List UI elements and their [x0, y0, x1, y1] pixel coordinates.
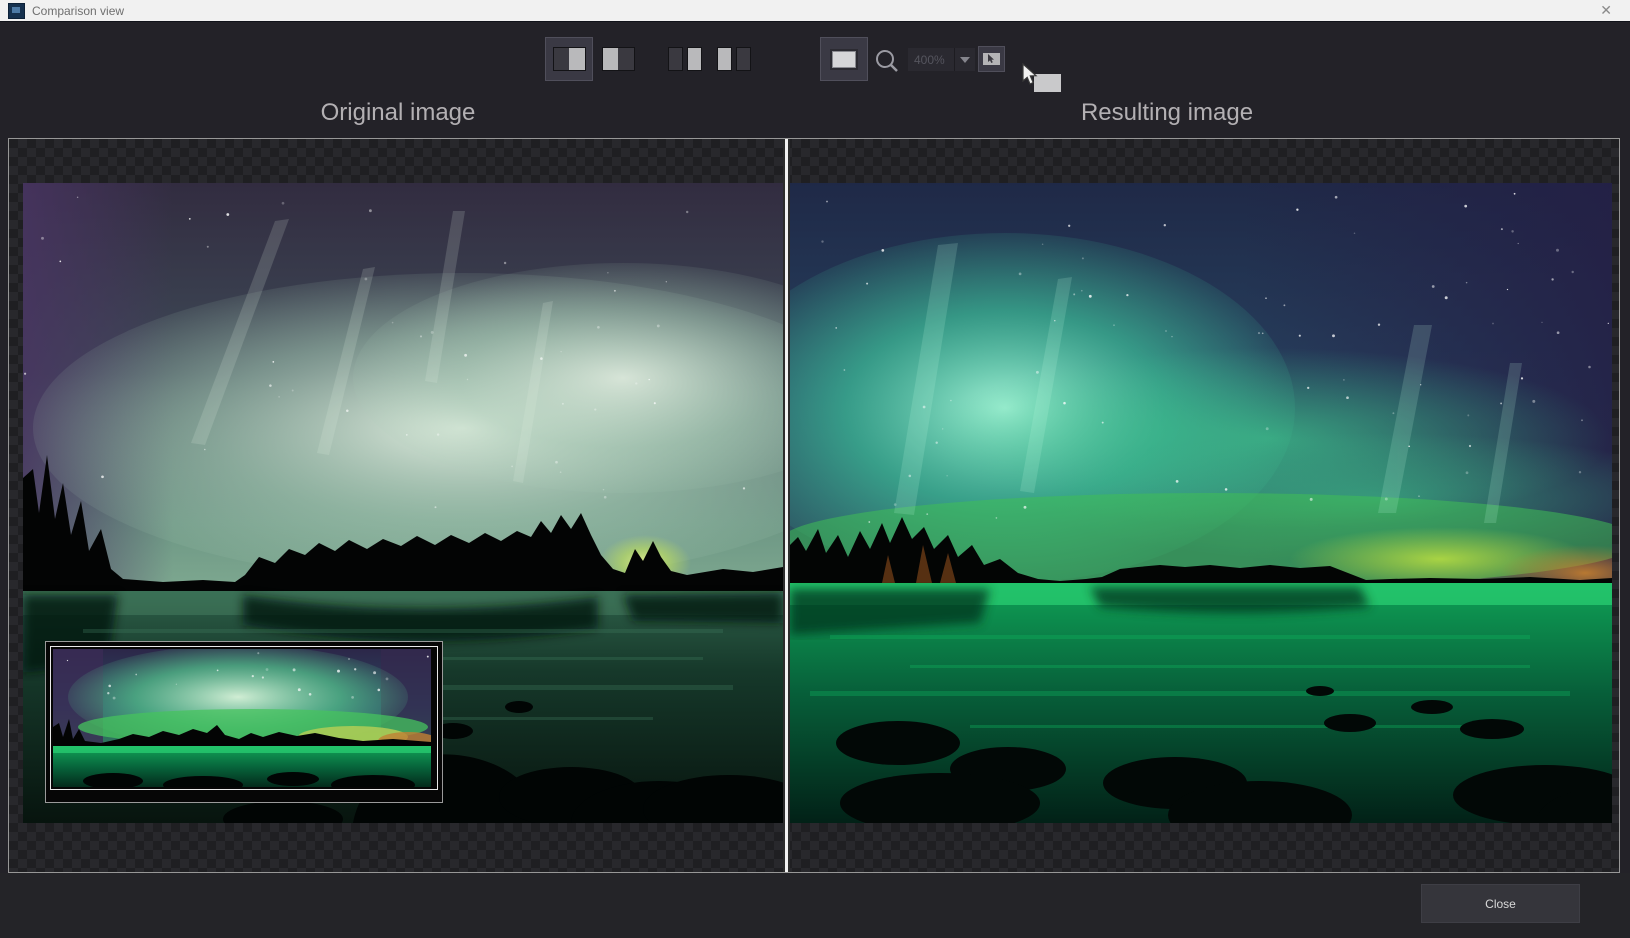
navigator-thumbnail-image — [53, 649, 431, 787]
window-close-icon[interactable]: ✕ — [1590, 2, 1622, 19]
magnifier-icon — [872, 46, 902, 76]
pair-dark-light-icon — [668, 47, 702, 71]
rect-with-cursor-icon — [983, 53, 1000, 65]
zoom-percent-combo[interactable]: 400% — [908, 48, 975, 71]
fit-to-view-button[interactable] — [820, 37, 868, 81]
dialog-footer: Close — [0, 873, 1630, 938]
zoom-tool-button[interactable] — [872, 46, 902, 81]
comparison-split-divider[interactable] — [783, 139, 790, 872]
navigator-toggle-button[interactable] — [978, 46, 1005, 72]
split-dark-light-icon — [553, 47, 586, 71]
view-mode-side-by-side-left-button[interactable] — [661, 37, 709, 81]
view-mode-side-by-side-right-button[interactable] — [710, 37, 758, 81]
window-titlebar[interactable]: Comparison view ✕ — [0, 0, 1630, 22]
zoom-percent-value[interactable]: 400% — [908, 48, 954, 71]
view-mode-split-original-left-button[interactable] — [545, 37, 593, 81]
mouse-cursor — [1019, 63, 1041, 92]
resulting-image-label: Resulting image — [1081, 99, 1253, 127]
fit-to-view-icon — [830, 49, 858, 70]
comparison-toolbar: 400% — [0, 22, 1630, 98]
comparison-canvas — [8, 138, 1620, 873]
window-title: Comparison view — [32, 0, 124, 22]
original-image-label: Original image — [321, 99, 476, 127]
resulting-image-photo[interactable] — [790, 183, 1612, 823]
app-window-icon — [8, 3, 25, 19]
close-button[interactable]: Close — [1421, 884, 1580, 923]
split-light-dark-icon — [602, 47, 635, 71]
navigator-thumbnail-frame — [50, 646, 438, 790]
view-mode-split-original-right-button[interactable] — [594, 37, 642, 81]
pair-light-dark-icon — [717, 47, 751, 71]
navigator-thumbnail[interactable] — [45, 641, 443, 803]
caret-down-icon — [960, 57, 970, 68]
zoom-dropdown-button[interactable] — [954, 48, 975, 71]
